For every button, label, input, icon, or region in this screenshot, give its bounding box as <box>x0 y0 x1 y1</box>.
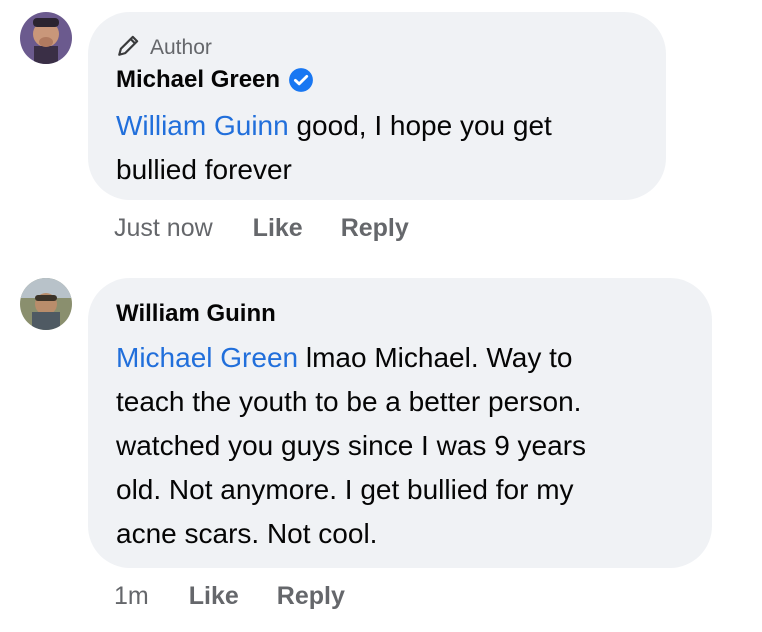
comment-text-line: acne scars. Not cool. <box>116 518 378 549</box>
comment-text: Michael Green lmao Michael. Way to teach… <box>116 336 586 556</box>
like-button[interactable]: Like <box>189 582 239 611</box>
avatar-william-guinn[interactable] <box>20 278 72 330</box>
comment-text-line: watched you guys since I was 9 years <box>116 430 587 461</box>
comment-text-line: bullied forever <box>116 154 292 185</box>
comment-text-line: old. Not anymore. I get bullied for my <box>116 474 574 505</box>
comment-actions: 1m Like Reply <box>114 582 345 611</box>
pencil-icon <box>116 32 142 64</box>
timestamp[interactable]: 1m <box>114 582 149 611</box>
commenter-name[interactable]: Michael Green <box>116 66 314 94</box>
commenter-name-text[interactable]: Michael Green <box>116 66 280 94</box>
comment-text-line: lmao Michael. Way to <box>298 342 573 373</box>
timestamp[interactable]: Just now <box>114 214 213 243</box>
author-badge-label: Author <box>150 36 212 59</box>
comment-actions: Just now Like Reply <box>114 214 409 243</box>
reply-button[interactable]: Reply <box>341 214 409 243</box>
author-badge: Author <box>116 32 212 64</box>
comment-text: William Guinn good, I hope you get bulli… <box>116 104 552 192</box>
avatar-michael-green[interactable] <box>20 12 72 64</box>
commenter-name[interactable]: William Guinn <box>116 300 276 328</box>
comment-text-line: teach the youth to be a better person. <box>116 386 582 417</box>
commenter-name-text[interactable]: William Guinn <box>116 300 276 328</box>
like-button[interactable]: Like <box>253 214 303 243</box>
verified-badge-icon <box>288 67 314 93</box>
comment-text-line: good, I hope you get <box>288 110 552 141</box>
mention-link[interactable]: William Guinn <box>116 110 289 141</box>
reply-button[interactable]: Reply <box>277 582 345 611</box>
mention-link[interactable]: Michael Green <box>116 342 298 373</box>
